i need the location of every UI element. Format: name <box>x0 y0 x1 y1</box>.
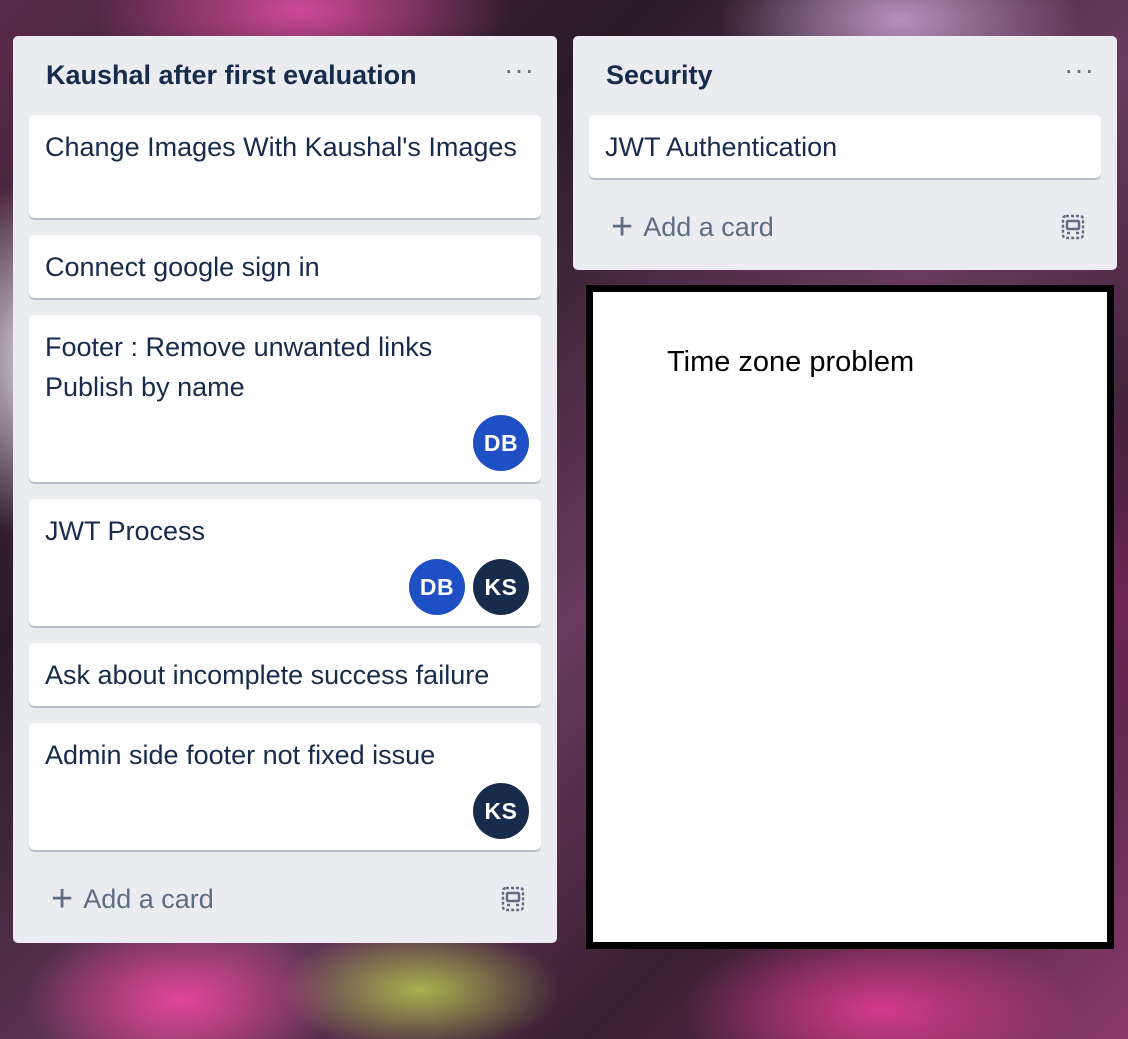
list-header[interactable]: Kaushal after first evaluation ··· <box>13 36 557 116</box>
add-card-button[interactable]: + Add a card <box>611 199 774 255</box>
add-card-label: Add a card <box>643 211 774 242</box>
add-card-button[interactable]: + Add a card <box>51 871 214 927</box>
card-title: Connect google sign in <box>45 252 320 282</box>
card-title: Footer : Remove unwanted links Publish b… <box>45 332 433 402</box>
card[interactable]: Ask about incomplete success failure <box>29 643 541 706</box>
list-header[interactable]: Security ··· <box>573 36 1117 116</box>
member-avatar-ks[interactable]: KS <box>473 559 529 615</box>
note-text: Time zone problem <box>667 346 915 378</box>
member-avatar-db[interactable]: DB <box>409 559 465 615</box>
card-title: Change Images With Kaushal's Images <box>45 132 517 162</box>
card[interactable]: JWT Authentication <box>589 115 1101 178</box>
card[interactable]: Footer : Remove unwanted links Publish b… <box>29 315 541 482</box>
list-menu-button[interactable]: ··· <box>1064 56 1095 84</box>
member-avatar-db[interactable]: DB <box>473 415 529 471</box>
card-title: JWT Authentication <box>605 132 838 162</box>
list-title[interactable]: Kaushal after first evaluation <box>46 60 417 91</box>
card[interactable]: Connect google sign in <box>29 235 541 298</box>
card-template-icon[interactable] <box>1059 213 1087 241</box>
ellipsis-icon: ··· <box>1064 54 1095 85</box>
card[interactable]: Admin side footer not fixed issue KS <box>29 723 541 850</box>
card-template-icon[interactable] <box>499 885 527 913</box>
note-overlay[interactable]: Time zone problem <box>586 285 1114 949</box>
list-menu-button[interactable]: ··· <box>504 56 535 84</box>
card-title: Admin side footer not fixed issue <box>45 740 436 770</box>
plus-icon: + <box>51 878 74 920</box>
card-title: Ask about incomplete success failure <box>45 660 490 690</box>
list-title[interactable]: Security <box>606 60 713 91</box>
member-avatar-ks[interactable]: KS <box>473 783 529 839</box>
list-security: Security ··· JWT Authentication + Add a … <box>573 36 1117 270</box>
card[interactable]: JWT Process DB KS <box>29 499 541 626</box>
plus-icon: + <box>611 206 634 248</box>
card[interactable]: Change Images With Kaushal's Images <box>29 115 541 218</box>
list-kaushal-after-first-evaluation: Kaushal after first evaluation ··· Chang… <box>13 36 557 943</box>
card-title: JWT Process <box>45 516 206 546</box>
ellipsis-icon: ··· <box>504 54 535 85</box>
add-card-label: Add a card <box>83 883 214 914</box>
